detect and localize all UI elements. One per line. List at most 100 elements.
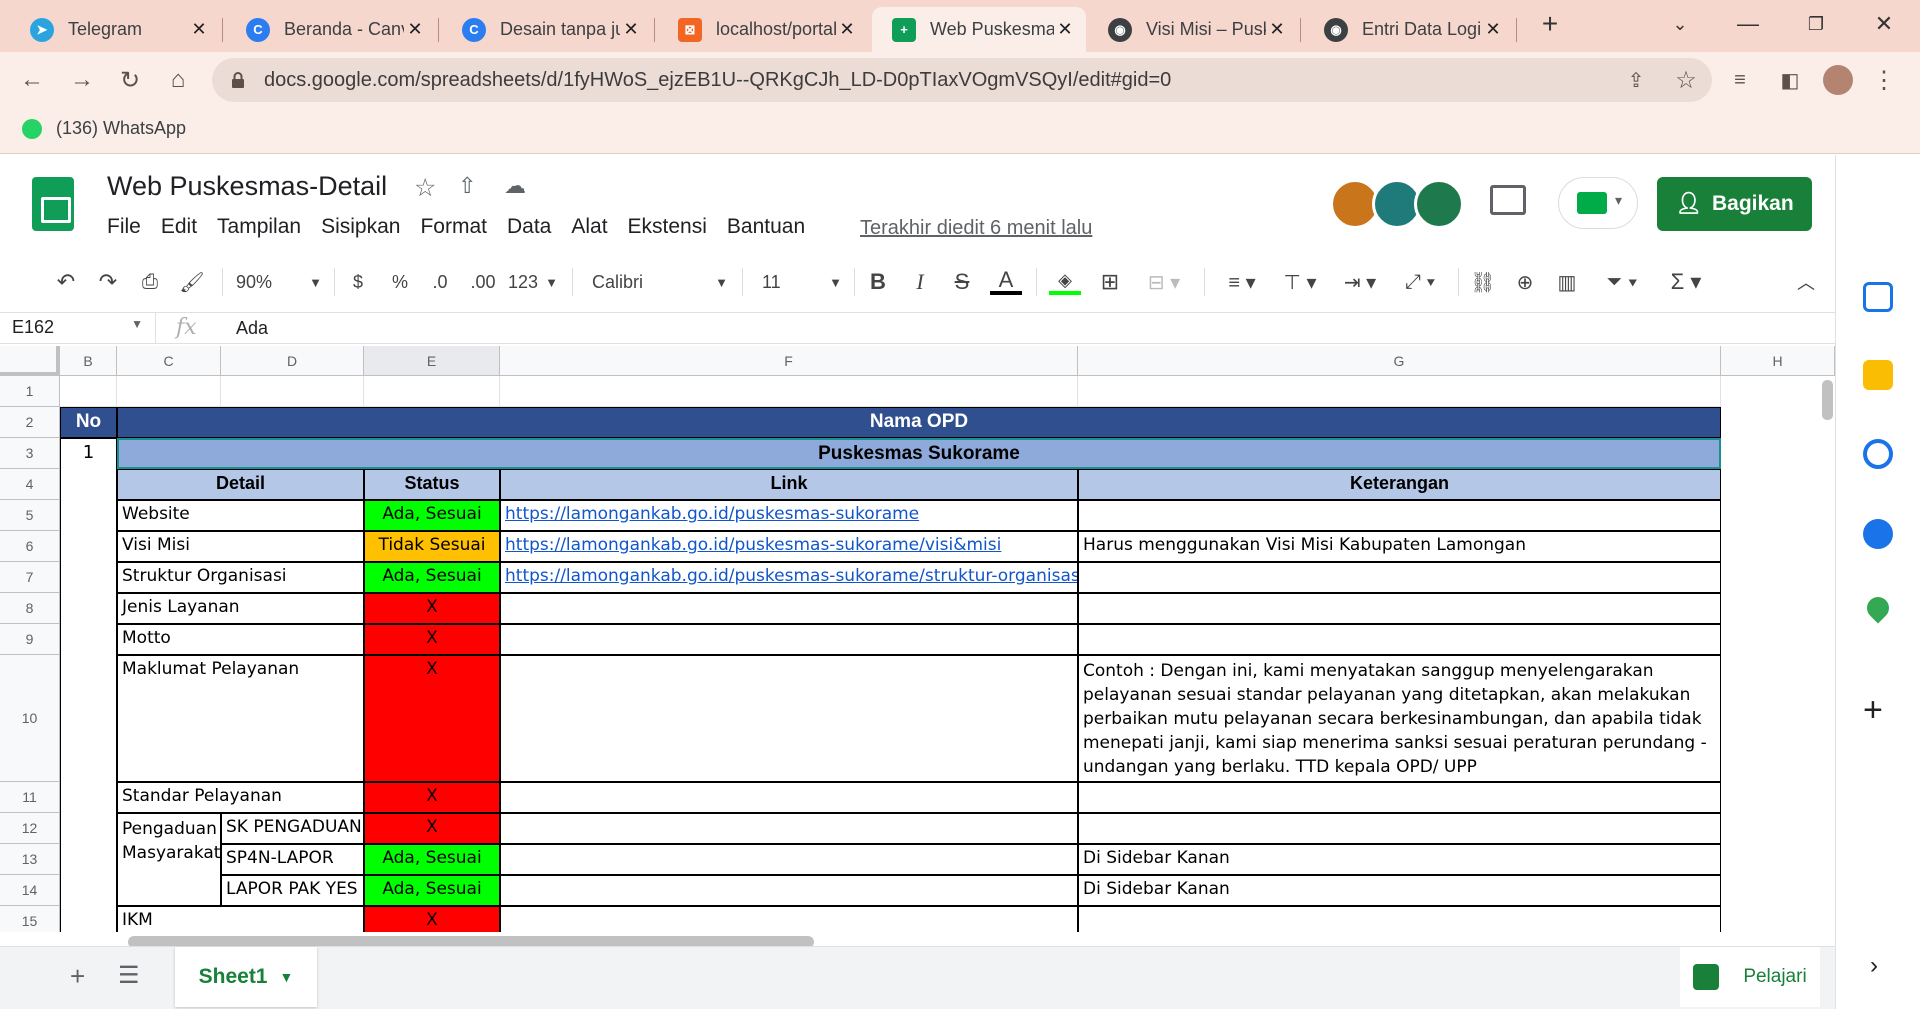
row-header[interactable]: 6 <box>0 531 60 562</box>
close-icon[interactable]: ✕ <box>836 19 858 40</box>
maps-icon[interactable] <box>1862 592 1894 624</box>
fill-color-button[interactable]: ◈ <box>1048 266 1082 298</box>
detail-cell[interactable]: IKM <box>117 906 364 932</box>
last-edit-link[interactable]: Terakhir diedit 6 menit lalu <box>860 217 1092 240</box>
cell[interactable] <box>60 376 117 407</box>
menu-help[interactable]: Bantuan <box>727 215 805 239</box>
row-header[interactable]: 5 <box>0 500 60 531</box>
cell[interactable] <box>221 376 364 407</box>
status-cell[interactable]: X <box>364 593 500 624</box>
row-header[interactable]: 9 <box>0 624 60 655</box>
horizontal-align-icon[interactable]: ≡ ▾ <box>1218 266 1266 298</box>
detail-cell[interactable]: Jenis Layanan <box>117 593 364 624</box>
status-cell[interactable]: X <box>364 624 500 655</box>
menu-extensions[interactable]: Ekstensi <box>628 215 707 239</box>
row-header[interactable]: 8 <box>0 593 60 624</box>
filter-icon[interactable]: ⏷ ▾ <box>1592 266 1652 298</box>
link-cell[interactable] <box>500 844 1078 875</box>
get-addons-icon[interactable]: + <box>1863 691 1883 730</box>
spreadsheet-grid[interactable]: B C D E F G H 1 2 3 4 5 6 7 8 9 10 11 12… <box>0 346 1835 932</box>
status-cell[interactable]: X <box>364 813 500 844</box>
detail-cell[interactable]: Website <box>117 500 364 531</box>
share-page-icon[interactable]: ⇪ <box>1620 64 1652 96</box>
menu-file[interactable]: File <box>107 215 141 239</box>
detail-cell[interactable]: Standar Pelayanan <box>117 782 364 813</box>
keep-icon[interactable] <box>1863 360 1893 390</box>
sheet-tab-sheet1[interactable]: Sheet1 ▼ <box>175 947 317 1007</box>
row-header[interactable]: 10 <box>0 655 60 782</box>
opd-name-cell[interactable]: Puskesmas Sukorame <box>117 438 1721 469</box>
close-icon[interactable]: ✕ <box>1482 19 1504 40</box>
row-header[interactable]: 3 <box>0 438 60 469</box>
insert-chart-icon[interactable]: ▥ <box>1550 266 1584 298</box>
keterangan-cell[interactable]: Di Sidebar Kanan <box>1078 875 1721 906</box>
detail-cell[interactable]: Struktur Organisasi <box>117 562 364 593</box>
close-icon[interactable]: ✕ <box>404 19 426 40</box>
row-header[interactable]: 4 <box>0 469 60 500</box>
paint-format-icon[interactable]: 🖌︎ <box>176 266 208 298</box>
keterangan-cell[interactable] <box>1078 624 1721 655</box>
back-button[interactable]: ← <box>16 64 48 96</box>
status-cell[interactable]: Ada, Sesuai <box>364 844 500 875</box>
browser-tab-localhost[interactable]: ⊠ localhost/portal ✕ <box>658 7 868 52</box>
bold-button[interactable]: B <box>862 266 894 298</box>
contacts-icon[interactable] <box>1863 519 1893 549</box>
detail-cell[interactable]: Maklumat Pelayanan <box>117 655 364 782</box>
detail-cell[interactable]: Motto <box>117 624 364 655</box>
keterangan-cell[interactable] <box>1078 813 1721 844</box>
print-icon[interactable]: ⎙ <box>134 266 166 298</box>
restore-button[interactable]: ❐ <box>1786 4 1846 44</box>
strikethrough-button[interactable]: S <box>946 266 978 298</box>
text-wrapping-icon[interactable]: ⇥ ▾ <box>1334 266 1386 298</box>
close-icon[interactable]: ✕ <box>1054 19 1076 40</box>
browser-tab-sheets[interactable]: + Web Puskesmas ✕ <box>872 7 1086 52</box>
status-cell[interactable]: Ada, Sesuai <box>364 875 500 906</box>
currency-format-button[interactable]: $ <box>342 266 374 298</box>
keterangan-cell[interactable]: Di Sidebar Kanan <box>1078 844 1721 875</box>
no-header-cell[interactable]: No <box>60 407 117 438</box>
opd-header-cell[interactable]: Nama OPD <box>117 407 1721 438</box>
close-icon[interactable]: ✕ <box>188 19 210 40</box>
home-icon[interactable]: ⌂ <box>162 64 194 96</box>
link-cell[interactable] <box>500 813 1078 844</box>
row-header[interactable]: 13 <box>0 844 60 875</box>
keterangan-cell[interactable] <box>1078 500 1721 531</box>
cell[interactable] <box>500 376 1078 407</box>
tab-search-icon[interactable]: ⌄ <box>1650 4 1710 44</box>
link-header-cell[interactable]: Link <box>500 469 1078 500</box>
status-cell[interactable]: X <box>364 782 500 813</box>
column-header[interactable]: F <box>500 346 1078 376</box>
italic-button[interactable]: I <box>904 266 936 298</box>
comment-history-icon[interactable] <box>1490 185 1526 215</box>
omnibox[interactable]: docs.google.com/spreadsheets/d/1fyHWoS_e… <box>212 58 1712 102</box>
link-cell[interactable]: https://lamongankab.go.id/puskesmas-suko… <box>500 531 1078 562</box>
row-header[interactable]: 12 <box>0 813 60 844</box>
status-cell[interactable]: X <box>364 655 500 782</box>
tasks-icon[interactable] <box>1863 439 1893 469</box>
row-header[interactable]: 2 <box>0 407 60 438</box>
meet-button[interactable]: ▾ <box>1558 177 1638 229</box>
link-cell[interactable] <box>500 624 1078 655</box>
link-cell[interactable]: https://lamongankab.go.id/puskesmas-suko… <box>500 562 1078 593</box>
menu-tools[interactable]: Alat <box>571 215 607 239</box>
detail-cell[interactable]: Visi Misi <box>117 531 364 562</box>
close-window-button[interactable]: ✕ <box>1854 4 1914 44</box>
row-header[interactable]: 15 <box>0 906 60 932</box>
name-box[interactable]: E162 ▼ <box>0 313 156 343</box>
undo-icon[interactable]: ↶ <box>50 266 82 298</box>
close-icon[interactable]: ✕ <box>1266 19 1288 40</box>
link-cell[interactable] <box>500 655 1078 782</box>
status-cell[interactable]: X <box>364 906 500 932</box>
column-header[interactable]: D <box>221 346 364 376</box>
keterangan-cell[interactable] <box>1078 562 1721 593</box>
browser-tab-entri-data[interactable]: ◉ Entri Data Logi ✕ <box>1304 7 1514 52</box>
collapse-toolbar-icon[interactable]: ︿ <box>1790 266 1822 298</box>
add-sheet-button[interactable]: + <box>70 961 85 992</box>
menu-format[interactable]: Format <box>420 215 487 239</box>
borders-icon[interactable]: ⊞ <box>1094 266 1126 298</box>
sub-detail-cell[interactable]: SP4N-LAPOR <box>221 844 364 875</box>
column-header[interactable]: E <box>364 346 500 376</box>
keterangan-cell[interactable] <box>1078 906 1721 932</box>
insert-comment-icon[interactable]: ⊕ <box>1508 266 1542 298</box>
explore-button[interactable]: Pelajari <box>1680 947 1820 1007</box>
